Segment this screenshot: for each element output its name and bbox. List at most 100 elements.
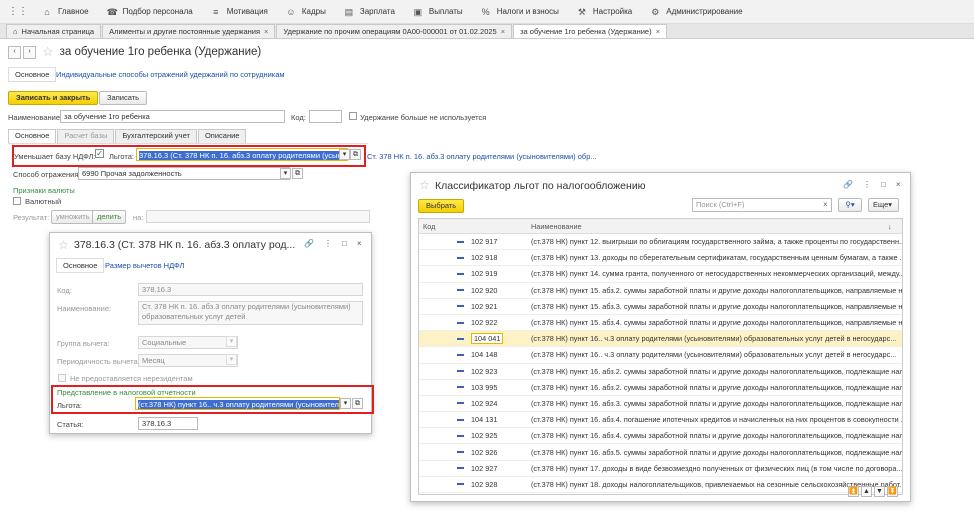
nav-individual-methods-link[interactable]: Индивидуальные способы отражений удержан… bbox=[56, 70, 285, 79]
menu-item-3[interactable]: ☺ Кадры bbox=[278, 0, 336, 24]
prev-page-button[interactable]: ▲ bbox=[861, 486, 872, 497]
report-benefit-input[interactable]: (ст.378 НК) пункт 16.. ч.3 оплату родите… bbox=[135, 397, 340, 410]
close-icon[interactable]: × bbox=[501, 25, 505, 38]
table-row[interactable]: 104 131 (ст.378 НК) пункт 16. абз.4. пога… bbox=[419, 412, 902, 429]
name-cell: (ст.378 НК) пункт 18. доходы налогоплате… bbox=[531, 479, 902, 489]
benefit-input[interactable]: 378.16.3 (Ст. 378 НК п. 16. абз.3 оплату… bbox=[136, 148, 348, 161]
code-input[interactable]: 378.16.3 bbox=[138, 283, 363, 296]
table-row[interactable]: 102 919 (ст.378 НК) пункт 14. сумма грант… bbox=[419, 266, 902, 283]
subtab-main[interactable]: Основное bbox=[8, 129, 57, 143]
multiply-button[interactable]: умножить bbox=[51, 210, 95, 224]
reduce-base-checkbox[interactable]: ✓ bbox=[95, 149, 104, 158]
menu-item-2[interactable]: ≡ Мотивация bbox=[203, 0, 278, 24]
code-cell: 104 041 bbox=[419, 333, 525, 345]
table-row[interactable]: 102 923 (ст.378 НК) пункт 16. абз.2. сумм… bbox=[419, 364, 902, 380]
table-row[interactable]: 102 927 (ст.378 НК) пункт 17. доходы в ви… bbox=[419, 461, 902, 477]
subtab-base-calc[interactable]: Расчет базы bbox=[57, 129, 115, 143]
tab-alimony[interactable]: Алименты и другие постоянные удержания × bbox=[102, 24, 276, 38]
table-row[interactable]: 102 924 (ст.378 НК) пункт 16. абз.3. сумм… bbox=[419, 396, 902, 413]
menu-item-0[interactable]: ⌂ Главное bbox=[34, 0, 99, 24]
menu-item-7[interactable]: ⚒ Настройка bbox=[569, 0, 642, 24]
back-button[interactable]: ‹ bbox=[8, 45, 21, 59]
favorite-star-icon[interactable]: ☆ bbox=[419, 178, 430, 192]
method-dropdown-button[interactable]: ▾ bbox=[280, 168, 291, 179]
unused-checkbox[interactable] bbox=[349, 112, 357, 120]
menu-item-1[interactable]: ☎ Подбор персонала bbox=[99, 0, 203, 24]
link-icon[interactable]: 🔗 bbox=[304, 239, 314, 248]
currency-checkbox[interactable] bbox=[13, 197, 21, 205]
search-input[interactable]: Поиск (Ctrl+F) bbox=[692, 198, 832, 212]
table-row[interactable]: 103 995 (ст.378 НК) пункт 16. абз.2. сумм… bbox=[419, 380, 902, 396]
nav-main[interactable]: Основное bbox=[56, 258, 105, 273]
report-benefit-open-button[interactable]: ⧉ bbox=[352, 398, 363, 409]
subtab-description[interactable]: Описание bbox=[197, 129, 247, 143]
search-button[interactable]: ⚲▾ bbox=[838, 198, 862, 212]
close-icon[interactable]: × bbox=[264, 25, 268, 38]
column-code[interactable]: Код bbox=[419, 222, 525, 231]
tab-other-deduction[interactable]: Удержание по прочим операциям 0А00-00000… bbox=[276, 24, 513, 38]
table-row[interactable]: 102 918 (ст.378 НК) пункт 13. доходы по с… bbox=[419, 250, 902, 267]
nav-deduction-size-link[interactable]: Размер вычетов НДФЛ bbox=[105, 261, 184, 270]
code-input[interactable] bbox=[309, 110, 342, 123]
menu-item-label: Налоги и взносы bbox=[496, 7, 559, 16]
first-page-button[interactable]: ⏫ bbox=[848, 486, 859, 497]
table-row[interactable]: 102 917 (ст.378 НК) пункт 12. выигрыши по… bbox=[419, 234, 902, 251]
favorite-star-icon[interactable]: ☆ bbox=[58, 238, 69, 252]
table-row[interactable]: 102 920 (ст.378 НК) пункт 15. абз.2. сумм… bbox=[419, 283, 902, 299]
benefit-description-link[interactable]: Ст. 378 НК п. 16. абз.3 оплату родителям… bbox=[367, 152, 597, 161]
select-button[interactable]: Выбрать bbox=[418, 199, 465, 213]
maximize-icon[interactable]: □ bbox=[342, 239, 347, 248]
period-dropdown-button[interactable]: ▾ bbox=[226, 354, 237, 365]
menu-item-6[interactable]: % Налоги и взносы bbox=[473, 0, 569, 24]
menu-item-8[interactable]: ⚙ Администрирование bbox=[642, 0, 752, 24]
table-row[interactable]: 102 921 (ст.378 НК) пункт 15. абз.3. сумм… bbox=[419, 299, 902, 315]
table-row[interactable]: 104 041 (ст.378 НК) пункт 16.. ч.3 оплату… bbox=[419, 331, 902, 348]
menu-item-5[interactable]: ▣ Выплаты bbox=[405, 0, 473, 24]
menu-item-4[interactable]: ▤ Зарплата bbox=[336, 0, 405, 24]
table-row[interactable]: 102 922 (ст.378 НК) пункт 15. абз.4. сумм… bbox=[419, 315, 902, 332]
forward-button[interactable]: › bbox=[23, 45, 36, 59]
tab-home[interactable]: ⌂ Начальная страница bbox=[6, 24, 102, 38]
table-row[interactable]: 104 148 (ст.378 НК) пункт 16.. ч.3 оплату… bbox=[419, 347, 902, 364]
clear-search-icon[interactable]: × bbox=[823, 200, 828, 209]
benefit-dropdown-button[interactable]: ▾ bbox=[339, 149, 350, 160]
link-icon[interactable]: 🔗 bbox=[843, 180, 853, 189]
save-button[interactable]: Записать bbox=[99, 91, 148, 105]
column-name[interactable]: Наименование bbox=[525, 222, 888, 231]
sort-icon[interactable]: ↓ bbox=[888, 222, 902, 231]
period-select[interactable]: Месяц bbox=[138, 354, 238, 367]
article-input[interactable]: 378.16.3 bbox=[138, 417, 198, 430]
subtab-accounting[interactable]: Бухгалтерский учет bbox=[115, 129, 197, 143]
divide-button[interactable]: делить bbox=[92, 210, 127, 224]
table-row[interactable]: 102 928 (ст.378 НК) пункт 18. доходы нало… bbox=[419, 477, 902, 493]
group-select[interactable]: Социальные bbox=[138, 336, 238, 349]
close-icon[interactable]: × bbox=[896, 180, 901, 189]
maximize-icon[interactable]: □ bbox=[881, 180, 886, 189]
more-icon[interactable]: ⋮ bbox=[863, 180, 871, 189]
nav-main[interactable]: Основное bbox=[8, 67, 57, 82]
save-close-button[interactable]: Записать и закрыть bbox=[8, 91, 99, 105]
close-icon[interactable]: × bbox=[357, 239, 362, 248]
name-textarea[interactable]: Ст. 378 НК п. 16. абз.3 оплату родителям… bbox=[138, 301, 363, 325]
code-cell: 103 995 bbox=[419, 383, 525, 392]
nonres-checkbox[interactable] bbox=[58, 374, 66, 382]
next-page-button[interactable]: ▼ bbox=[874, 486, 885, 497]
benefit-open-button[interactable]: ⧉ bbox=[350, 149, 361, 160]
method-input[interactable]: 6990 Прочая задолженность bbox=[78, 167, 290, 180]
unused-label: Удержание больше не используется bbox=[360, 113, 487, 122]
last-page-button[interactable]: ⏬ bbox=[887, 486, 898, 497]
favorite-star-icon[interactable]: ☆ bbox=[42, 44, 54, 60]
more-icon[interactable]: ⋮ bbox=[324, 239, 332, 248]
code-text: 102 921 bbox=[471, 301, 498, 311]
method-open-button[interactable]: ⧉ bbox=[292, 168, 303, 179]
report-benefit-dropdown-button[interactable]: ▾ bbox=[340, 398, 351, 409]
table-row[interactable]: 102 925 (ст.378 НК) пункт 16. абз.4. сумм… bbox=[419, 428, 902, 445]
group-dropdown-button[interactable]: ▾ bbox=[226, 336, 237, 347]
name-input[interactable]: за обучение 1го ребенка bbox=[60, 110, 285, 123]
more-button[interactable]: Еще▾ bbox=[868, 198, 899, 212]
close-icon[interactable]: × bbox=[656, 25, 660, 38]
result-value-input[interactable] bbox=[146, 210, 370, 223]
table-row[interactable]: 102 926 (ст.378 НК) пункт 16. абз.5. сумм… bbox=[419, 444, 902, 461]
menu-grid-icon[interactable]: ⋮⋮ bbox=[8, 6, 28, 17]
tab-current-deduction[interactable]: за обучение 1го ребенка (Удержание) × bbox=[513, 24, 667, 38]
